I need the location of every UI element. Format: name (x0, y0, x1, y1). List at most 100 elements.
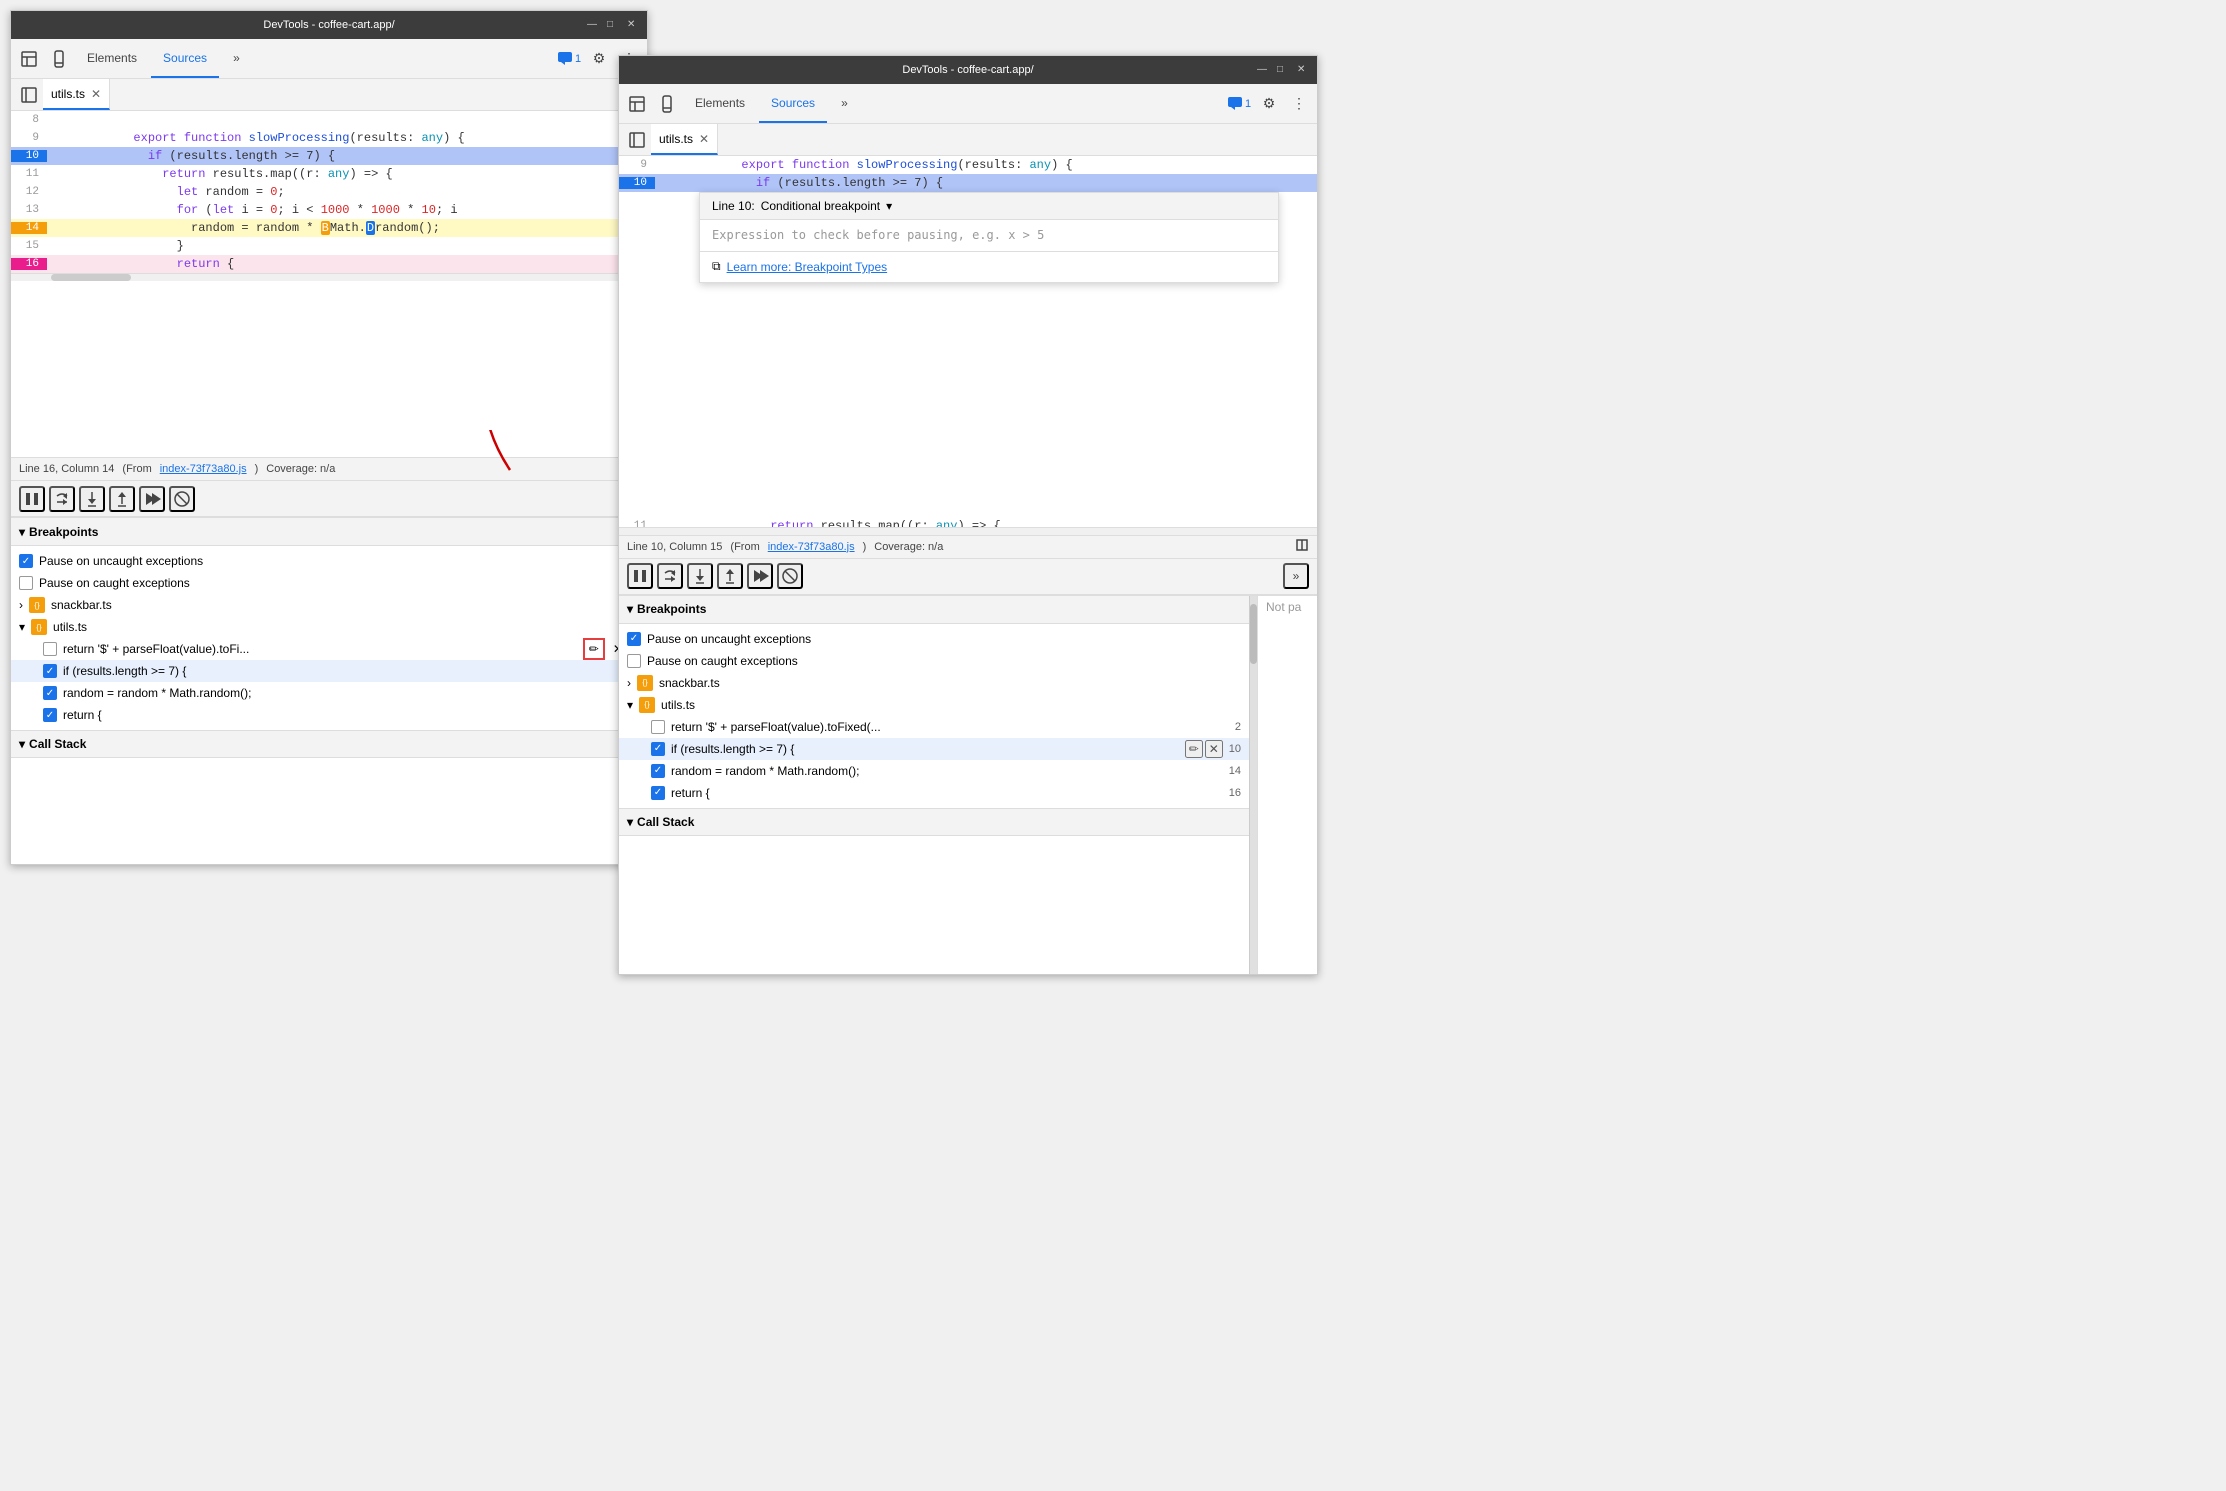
left-pause-uncaught-checkbox[interactable]: ✓ (19, 554, 33, 568)
right-bp4-checkbox[interactable]: ✓ (651, 786, 665, 800)
step-into-btn[interactable] (79, 486, 105, 512)
right-scrollbar[interactable] (619, 527, 1317, 535)
right-bp-item-3[interactable]: ✓ random = random * Math.random(); 14 (619, 760, 1249, 782)
right-callstack-label: Call Stack (637, 815, 694, 829)
left-breakpoints-header[interactable]: ▾ Breakpoints (11, 518, 647, 546)
left-status-file-link[interactable]: index-73f73a80.js (160, 463, 247, 475)
left-bp1-checkbox[interactable] (43, 642, 57, 656)
left-bp3-text: random = random * Math.random(); (63, 686, 621, 700)
right-more-options-btn[interactable]: ⋮ (1285, 90, 1313, 118)
right-bp1-checkbox[interactable] (651, 720, 665, 734)
device-toggle-btn[interactable] (45, 45, 73, 73)
right-bp-item-2[interactable]: ✓ if (results.length >= 7) { ✏ ✕ 10 (619, 738, 1249, 760)
right-vertical-scrollbar[interactable] (1249, 596, 1257, 975)
right-pause-resume-btn[interactable] (627, 563, 653, 589)
right-bp2-checkbox[interactable]: ✓ (651, 742, 665, 756)
right-tab-more[interactable]: » (829, 84, 860, 123)
popup-chevron-down-icon[interactable]: ▾ (886, 199, 892, 213)
tab-more[interactable]: » (221, 39, 252, 78)
right-utils-chevron-icon: ▾ (627, 698, 633, 712)
left-utils-group[interactable]: ▾ {} utils.ts (11, 616, 647, 638)
right-step-over-btn[interactable] (657, 563, 683, 589)
right-pause-caught-checkbox[interactable] (627, 654, 641, 668)
left-bp4-checkbox[interactable]: ✓ (43, 708, 57, 722)
right-callstack-header[interactable]: ▾ Call Stack (619, 808, 1249, 836)
right-bp-item-1[interactable]: return '$' + parseFloat(value).toFixed(.… (619, 716, 1249, 738)
right-pause-uncaught-label: Pause on uncaught exceptions (647, 632, 811, 646)
right-tab-sources[interactable]: Sources (759, 84, 827, 123)
right-status-icon-btn[interactable] (1295, 538, 1309, 555)
left-status-from: (From (122, 463, 151, 475)
file-tab-name: utils.ts (51, 87, 85, 101)
learn-more-link[interactable]: Learn more: Breakpoint Types (727, 260, 888, 274)
step-over-btn[interactable] (49, 486, 75, 512)
right-tab-elements[interactable]: Elements (683, 84, 757, 123)
minimize-btn[interactable]: — (587, 19, 599, 31)
settings-btn[interactable]: ⚙ (585, 45, 613, 73)
tab-sources[interactable]: Sources (151, 39, 219, 78)
right-utils-group[interactable]: ▾ {} utils.ts (619, 694, 1249, 716)
left-bp-item-4[interactable]: ✓ return { 16 (11, 704, 647, 726)
close-btn[interactable]: ✕ (627, 19, 639, 31)
right-status-bar: Line 10, Column 15 (From index-73f73a80.… (619, 535, 1317, 559)
left-callstack-header[interactable]: ▾ Call Stack (11, 730, 647, 758)
file-tab-utils[interactable]: utils.ts ✕ (43, 79, 110, 110)
right-expand-btn[interactable]: » (1283, 563, 1309, 589)
popup-placeholder-text: Expression to check before pausing, e.g.… (712, 228, 1044, 242)
right-bp2-linenum: 10 (1229, 743, 1241, 755)
continue-btn[interactable] (139, 486, 165, 512)
right-pause-uncaught-checkbox[interactable]: ✓ (627, 632, 641, 646)
inspect-element-btn[interactable] (15, 45, 43, 73)
right-step-out-btn[interactable] (717, 563, 743, 589)
scrollbar-thumb (1250, 604, 1257, 664)
right-file-tab-utils[interactable]: utils.ts ✕ (651, 124, 718, 155)
right-sidebar-toggle-btn[interactable] (623, 126, 651, 154)
pause-resume-btn[interactable] (19, 486, 45, 512)
left-devtools-panel: DevTools - coffee-cart.app/ — □ ✕ (10, 10, 648, 865)
right-status-file-link[interactable]: index-73f73a80.js (768, 541, 855, 553)
left-pause-uncaught-row[interactable]: ✓ Pause on uncaught exceptions (11, 550, 647, 572)
right-status-coverage: Coverage: n/a (874, 541, 943, 553)
left-pause-caught-row[interactable]: Pause on caught exceptions (11, 572, 647, 594)
no-breakpoints-btn[interactable] (169, 486, 195, 512)
right-settings-btn[interactable]: ⚙ (1255, 90, 1283, 118)
right-breakpoints-header[interactable]: ▾ Breakpoints (619, 596, 1249, 624)
left-code-content[interactable]: 8 9 export function slowProcessing(resul… (11, 111, 647, 457)
left-pause-caught-checkbox[interactable] (19, 576, 33, 590)
left-bp3-checkbox[interactable]: ✓ (43, 686, 57, 700)
tab-elements[interactable]: Elements (75, 39, 149, 78)
popup-input[interactable]: Expression to check before pausing, e.g.… (700, 220, 1278, 252)
maximize-btn[interactable]: □ (607, 19, 619, 31)
right-snackbar-group[interactable]: › {} snackbar.ts (619, 672, 1249, 694)
right-bp3-checkbox[interactable]: ✓ (651, 764, 665, 778)
right-pause-uncaught-row[interactable]: ✓ Pause on uncaught exceptions (619, 628, 1249, 650)
right-maximize-btn[interactable]: □ (1277, 64, 1289, 76)
left-status-from-end: ) (255, 463, 259, 475)
right-close-btn[interactable]: ✕ (1297, 64, 1309, 76)
right-minimize-btn[interactable]: — (1257, 64, 1269, 76)
left-bp-item-3[interactable]: ✓ random = random * Math.random(); 14 (11, 682, 647, 704)
right-device-btn[interactable] (653, 90, 681, 118)
right-continue-btn[interactable] (747, 563, 773, 589)
right-bp2-edit-btn[interactable]: ✏ (1185, 740, 1203, 758)
right-inspect-btn[interactable] (623, 90, 651, 118)
chat-btn[interactable]: 1 (555, 45, 583, 73)
right-pause-caught-row[interactable]: Pause on caught exceptions (619, 650, 1249, 672)
right-file-tab-close-btn[interactable]: ✕ (699, 132, 709, 146)
right-step-into-btn[interactable] (687, 563, 713, 589)
sidebar-toggle-btn[interactable] (15, 81, 43, 109)
right-not-pa-label: Not pa (1266, 600, 1301, 614)
left-bp1-edit-btn[interactable]: ✏ (583, 638, 605, 660)
left-snackbar-group[interactable]: › {} snackbar.ts (11, 594, 647, 616)
right-bp-left-section: ▾ Breakpoints ✓ Pause on uncaught except… (619, 596, 1249, 975)
file-tab-close-btn[interactable]: ✕ (91, 87, 101, 101)
right-breakpoints-label: Breakpoints (637, 602, 706, 616)
left-bp-item-2[interactable]: ✓ if (results.length >= 7) { 10 (11, 660, 647, 682)
right-chat-btn[interactable]: 1 (1225, 90, 1253, 118)
left-bp2-checkbox[interactable]: ✓ (43, 664, 57, 678)
right-bp-item-4[interactable]: ✓ return { 16 (619, 782, 1249, 804)
left-bp-item-1[interactable]: return '$' + parseFloat(value).toFi... ✏… (11, 638, 647, 660)
step-out-btn[interactable] (109, 486, 135, 512)
right-no-breakpoints-btn[interactable] (777, 563, 803, 589)
right-bp2-delete-btn[interactable]: ✕ (1205, 740, 1223, 758)
